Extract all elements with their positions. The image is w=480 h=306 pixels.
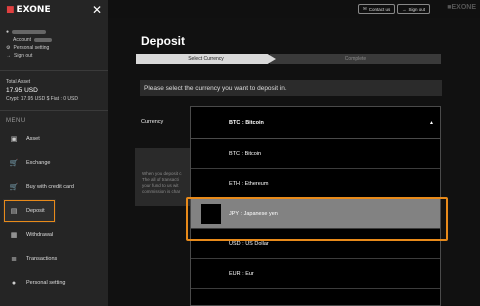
sidebar-item-deposit[interactable]: ▤ Deposit: [3, 199, 56, 223]
sidebar-item-label: Asset: [26, 136, 40, 142]
gear-icon: ⚙: [6, 45, 11, 51]
mail-icon: ✉: [363, 6, 367, 11]
page-title: Deposit: [141, 34, 186, 48]
option-label: JPY : Japanese yen: [229, 210, 278, 217]
instruction-text: Please select the currency you want to d…: [140, 80, 442, 96]
camera-icon: ▣: [10, 136, 18, 143]
logo-text: EXONE: [16, 5, 51, 15]
sidebar-item-asset[interactable]: ▣ Asset: [0, 127, 108, 151]
option-label: BTC : Bitcoin: [229, 150, 262, 157]
withdrawal-icon: ▦: [10, 232, 18, 239]
step-complete: Complete: [270, 54, 441, 64]
user-info: ● Account ⚙ Personal setting → Sign out: [6, 28, 53, 60]
sign-out-label: Sign out: [408, 6, 426, 12]
sidebar-item-label: Withdrawal: [26, 232, 54, 238]
sidebar-item-label: Exchange: [26, 160, 51, 166]
divider: [0, 110, 108, 111]
sign-out-icon: →: [6, 53, 11, 59]
account-id-redacted: [34, 38, 53, 42]
topbar-logo-text: EXONE: [451, 4, 476, 11]
main-content: Deposit Select Currency Complete Please …: [108, 18, 480, 306]
option-label: EUR : Eur: [229, 270, 254, 277]
currency-option-eth[interactable]: ETH : Ethereum: [191, 169, 440, 199]
currency-option-usd[interactable]: USD : US Dollar: [191, 229, 440, 259]
sidebar: ■ EXONE ✕ ● Account ⚙ Personal setting → S…: [0, 0, 108, 306]
currency-select-value[interactable]: BTC : Bitcoin ▲: [191, 107, 440, 139]
exone-logo[interactable]: ■ EXONE: [6, 5, 51, 15]
transactions-icon: ≣: [11, 256, 17, 263]
contact-us-label: Contact us: [368, 6, 391, 12]
sidebar-item-label: Deposit: [26, 208, 45, 214]
currency-option-btc[interactable]: BTC : Bitcoin: [191, 139, 440, 169]
currency-option-jpy[interactable]: JPY : Japanese yen: [191, 199, 440, 229]
sidebar-item-buy-with-credit-card[interactable]: 🛒 Buy with credit card: [0, 175, 108, 199]
highlight-marker: [201, 204, 221, 224]
exone-logo-mark-icon: ■: [6, 5, 15, 15]
topbar-logo: ■EXONE: [447, 4, 476, 11]
user-email-redacted: [12, 30, 47, 34]
personal-setting-link[interactable]: Personal setting: [13, 44, 49, 52]
asset-summary: Total Asset 17.95 USD Crypt: 17.95 USD $…: [6, 79, 78, 103]
cart-icon: 🛒: [9, 184, 19, 191]
currency-select[interactable]: BTC : Bitcoin ▲ BTC : Bitcoin ETH : Ethe…: [190, 106, 441, 306]
crypt-fiat-line: Crypt: 17.95 USD $ Fiat : 0 USD: [6, 96, 78, 102]
account-label: Account: [13, 37, 32, 43]
sign-out-icon: →: [402, 6, 407, 12]
deposit-icon: ▤: [10, 208, 18, 215]
sidebar-item-exchange[interactable]: 🛒 Exchange: [0, 151, 108, 175]
option-label: USD : US Dollar: [229, 240, 269, 247]
sidebar-item-label: Transactions: [26, 256, 58, 262]
step-indicator: Select Currency Complete: [136, 54, 441, 64]
selected-currency: BTC : Bitcoin: [229, 119, 264, 126]
sidebar-nav: ▣ Asset 🛒 Exchange 🛒 Buy with credit card ▤…: [0, 127, 108, 295]
currency-label: Currency: [141, 119, 164, 125]
sign-out-button[interactable]: → Sign out: [397, 4, 431, 14]
menu-title: MENU: [6, 118, 26, 124]
total-asset-label: Total Asset: [6, 79, 31, 85]
user-icon: ●: [6, 29, 10, 35]
chevron-up-icon[interactable]: ▲: [429, 120, 434, 126]
sidebar-item-transactions[interactable]: ≣ Transactions: [0, 247, 108, 271]
step-select-currency: Select Currency: [136, 54, 276, 64]
divider: [0, 70, 108, 71]
sidebar-item-label: Personal setting: [26, 280, 66, 286]
option-label: ETH : Ethereum: [229, 180, 269, 187]
close-icon[interactable]: ✕: [92, 3, 102, 17]
person-icon: ●: [11, 279, 17, 287]
cart-icon: 🛒: [9, 160, 19, 167]
sidebar-item-withdrawal[interactable]: ▦ Withdrawal: [0, 223, 108, 247]
topbar: ✉ Contact us → Sign out ■EXONE: [108, 0, 480, 18]
info-line: commission is char: [142, 189, 181, 194]
sign-out-link[interactable]: Sign out: [14, 52, 32, 60]
currency-option-eur[interactable]: EUR : Eur: [191, 259, 440, 289]
sidebar-item-label: Buy with credit card: [26, 184, 74, 190]
total-asset-value: 17.95 USD: [6, 87, 38, 94]
contact-us-button[interactable]: ✉ Contact us: [358, 4, 396, 14]
info-text: When you deposit c The all of transacti …: [142, 171, 192, 195]
sidebar-item-personal-setting[interactable]: ● Personal setting: [0, 271, 108, 295]
